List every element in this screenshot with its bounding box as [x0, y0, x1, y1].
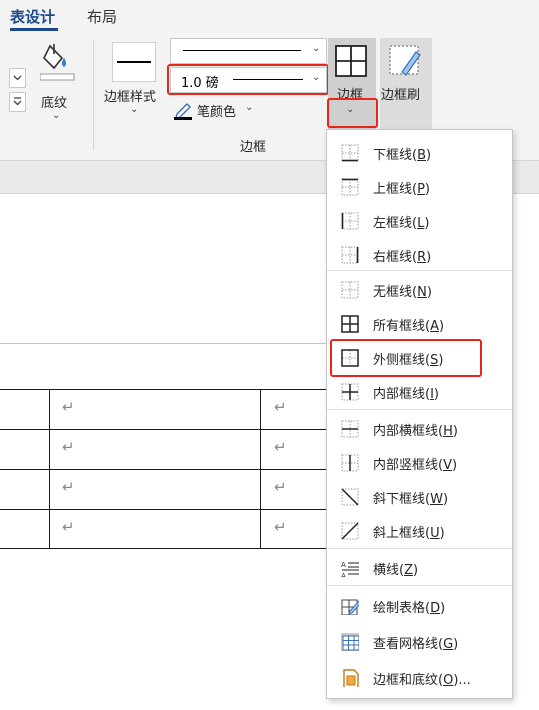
border-painter-button[interactable]: 边框刷 — [380, 38, 432, 130]
menu-separator — [327, 548, 512, 549]
horizontal-line-icon: A A — [341, 561, 359, 577]
borders-dropdown-menu: 下框线(B) 上框线(P) 左框线(L) 右框线(R) 无框线(N) 所有框线(… — [326, 129, 513, 699]
menu-item-all-borders[interactable]: 所有框线(A) — [327, 307, 512, 339]
menu-item-inside-horizontal[interactable]: 内部横框线(H) — [327, 412, 512, 444]
border-styles-label: 边框样式 — [104, 90, 157, 105]
left-border-icon — [341, 212, 359, 230]
no-border-icon — [341, 281, 359, 299]
menu-item-horizontal-line[interactable]: A A 横线(Z) — [327, 551, 512, 583]
pen-color-label: 笔颜色 — [197, 105, 237, 120]
tab-layout[interactable]: 布局 — [87, 6, 117, 27]
menu-item-label: 内部框线(I) — [373, 387, 439, 402]
bottom-border-icon — [341, 144, 359, 162]
ribbon-tab-bar — [0, 0, 539, 32]
menu-item-inside-vertical[interactable]: 内部竖框线(V) — [327, 446, 512, 478]
return-mark: ↵ — [62, 438, 75, 456]
all-borders-icon — [341, 315, 359, 333]
page-margin-line — [0, 343, 326, 344]
inside-borders-icon — [341, 383, 359, 401]
svg-text:A: A — [341, 561, 346, 569]
diagonal-down-border-icon — [341, 488, 359, 506]
border-painter-icon — [389, 45, 421, 76]
menu-separator — [327, 409, 512, 410]
outside-borders-highlight — [330, 339, 482, 377]
borders-and-shading-icon — [343, 669, 359, 687]
menu-item-label: 边框和底纹(O)... — [373, 673, 471, 688]
border-style-preview — [112, 42, 156, 82]
menu-item-label: 绘制表格(D) — [373, 601, 446, 616]
menu-item-diagonal-down[interactable]: 斜下框线(W) — [327, 480, 512, 512]
borders-arrow-highlight — [327, 98, 378, 128]
menu-item-label: 无框线(N) — [373, 285, 432, 300]
menu-item-borders-and-shading[interactable]: 边框和底纹(O)... — [327, 661, 512, 693]
return-mark: ↵ — [62, 518, 75, 536]
line-sample — [117, 61, 151, 63]
shading-label: 底纹 — [41, 96, 68, 111]
group-separator — [93, 40, 94, 150]
borders-group-label: 边框 — [240, 140, 267, 155]
menu-item-label: 斜下框线(W) — [373, 492, 449, 507]
paint-bucket-icon — [40, 44, 75, 81]
menu-item-label: 所有框线(A) — [373, 319, 445, 334]
menu-item-label: 斜上框线(U) — [373, 526, 445, 541]
chevron-down-icon — [13, 75, 22, 81]
top-border-icon — [341, 178, 359, 196]
menu-item-view-gridlines[interactable]: 查看网格线(G) — [327, 625, 512, 657]
diagonal-up-border-icon — [341, 522, 359, 540]
menu-item-right-border[interactable]: 右框线(R) — [327, 238, 512, 270]
inside-horizontal-border-icon — [341, 420, 359, 438]
chevron-down-icon: ⌄ — [245, 102, 254, 113]
draw-table-icon — [341, 599, 359, 615]
menu-item-left-border[interactable]: 左框线(L) — [327, 204, 512, 236]
menu-item-label: 内部横框线(H) — [373, 424, 458, 439]
menu-item-label: 横线(Z) — [373, 563, 419, 578]
chevron-down-icon: ⌄ — [312, 43, 321, 54]
return-mark: ↵ — [62, 398, 75, 416]
menu-item-diagonal-up[interactable]: 斜上框线(U) — [327, 514, 512, 546]
menu-item-top-border[interactable]: 上框线(P) — [327, 170, 512, 202]
more-chevron-icon — [13, 97, 22, 106]
tab-table-design[interactable]: 表设计 — [10, 6, 55, 27]
gallery-more-button[interactable] — [9, 92, 26, 112]
menu-item-draw-table[interactable]: 绘制表格(D) — [327, 589, 512, 621]
menu-separator — [327, 585, 512, 586]
view-gridlines-icon — [341, 633, 359, 651]
menu-separator — [327, 270, 512, 271]
menu-item-label: 左框线(L) — [373, 216, 430, 231]
return-mark: ↵ — [274, 478, 287, 496]
return-mark: ↵ — [274, 398, 287, 416]
chevron-down-icon: ⌄ — [130, 104, 139, 115]
pen-color-button[interactable]: 笔颜色 ⌄ — [171, 98, 261, 122]
menu-item-inside-borders[interactable]: 内部框线(I) — [327, 375, 512, 407]
menu-item-bottom-border[interactable]: 下框线(B) — [327, 136, 512, 168]
border-painter-label: 边框刷 — [381, 88, 421, 103]
return-mark: ↵ — [274, 518, 287, 536]
menu-item-no-border[interactable]: 无框线(N) — [327, 273, 512, 305]
inside-vertical-border-icon — [341, 454, 359, 472]
return-mark: ↵ — [62, 478, 75, 496]
active-tab-indicator — [10, 28, 58, 31]
return-mark: ↵ — [274, 438, 287, 456]
svg-text:A: A — [341, 572, 346, 577]
document-table[interactable]: ↵ ↵ ↵ ↵ ↵ ↵ ↵ ↵ — [0, 389, 326, 549]
pen-icon — [174, 103, 192, 120]
line-style-sample — [183, 50, 301, 51]
chevron-down-icon: ⌄ — [52, 110, 61, 121]
all-borders-icon — [335, 45, 367, 77]
gallery-scroll-up-button[interactable] — [9, 68, 26, 88]
shading-button[interactable]: 底纹 ⌄ — [36, 40, 78, 126]
right-border-icon — [341, 246, 359, 264]
line-style-select[interactable]: ⌄ — [170, 38, 327, 64]
menu-item-label: 右框线(R) — [373, 250, 432, 265]
menu-item-label: 上框线(P) — [373, 182, 430, 197]
line-weight-highlight — [167, 64, 329, 95]
menu-item-label: 内部竖框线(V) — [373, 458, 458, 473]
menu-item-label: 下框线(B) — [373, 148, 432, 163]
border-styles-button[interactable]: 边框样式 ⌄ — [104, 38, 166, 124]
menu-item-label: 查看网格线(G) — [373, 637, 459, 652]
